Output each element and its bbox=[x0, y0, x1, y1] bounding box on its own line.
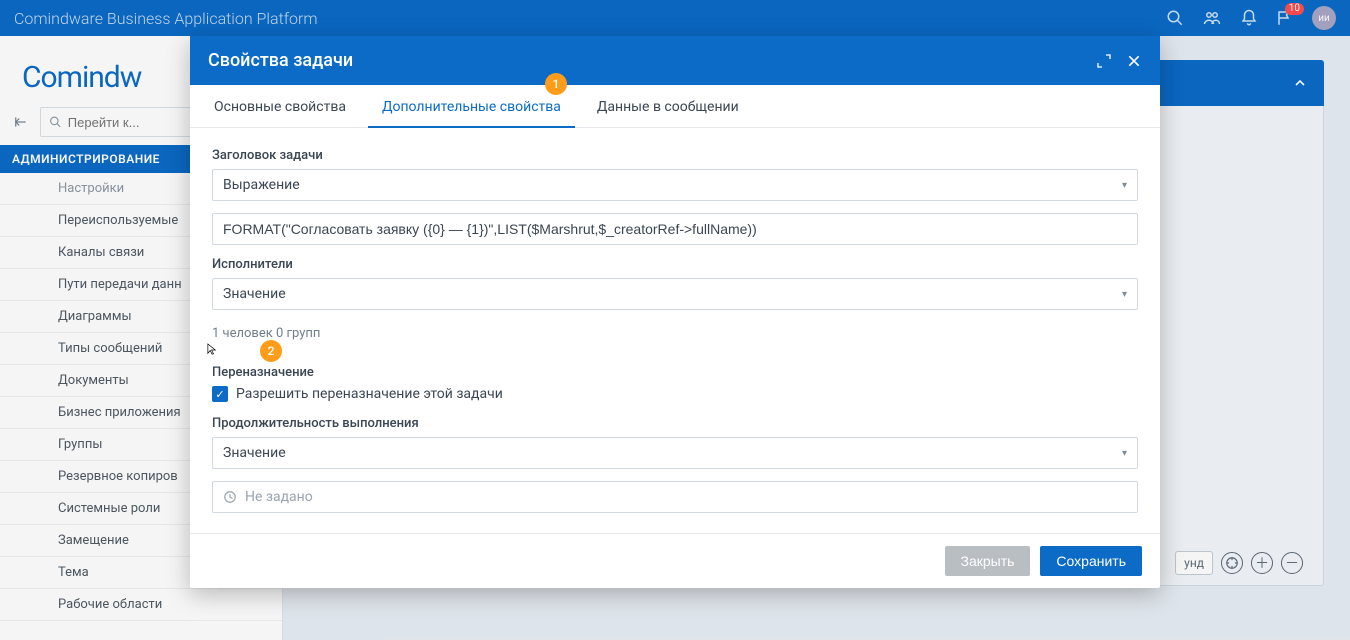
tab-extra-label: Дополнительные свойства bbox=[382, 99, 561, 115]
reassign-check-label: Разрешить переназначение этой задачи bbox=[236, 386, 503, 402]
modal-tabs: Основные свойства Дополнительные свойств… bbox=[190, 85, 1160, 128]
modal-body: Заголовок задачи Выражение ▾ Исполнители… bbox=[190, 128, 1160, 533]
task-title-label: Заголовок задачи bbox=[212, 148, 1138, 163]
assignees-summary: 1 человек 0 групп bbox=[212, 326, 320, 341]
task-title-mode-value: Выражение bbox=[223, 177, 300, 193]
tab-message-data[interactable]: Данные в сообщении bbox=[593, 85, 743, 127]
tab-extra[interactable]: Дополнительные свойства 1 bbox=[378, 85, 565, 127]
chevron-down-icon: ▾ bbox=[1122, 180, 1127, 191]
tab-basic[interactable]: Основные свойства bbox=[210, 85, 350, 127]
duration-mode-select[interactable]: Значение ▾ bbox=[212, 437, 1138, 469]
save-button[interactable]: Сохранить bbox=[1040, 546, 1142, 576]
duration-mode-value: Значение bbox=[223, 445, 286, 461]
modal-footer: Закрыть Сохранить bbox=[190, 533, 1160, 588]
reassign-label: Переназначение bbox=[212, 365, 1138, 380]
task-title-expression-field[interactable] bbox=[223, 221, 1127, 237]
task-title-mode-select[interactable]: Выражение ▾ bbox=[212, 169, 1138, 201]
cursor-icon bbox=[206, 342, 220, 358]
step-badge-2: 2 bbox=[260, 340, 282, 362]
chevron-down-icon: ▾ bbox=[1122, 289, 1127, 300]
task-properties-modal: Свойства задачи Основные свойства Дополн… bbox=[190, 36, 1160, 588]
expand-icon[interactable] bbox=[1096, 53, 1112, 69]
assignees-mode-value: Значение bbox=[223, 286, 286, 302]
duration-placeholder: Не задано bbox=[245, 489, 313, 505]
modal-header: Свойства задачи bbox=[190, 36, 1160, 85]
close-button[interactable]: Закрыть bbox=[945, 546, 1031, 576]
task-title-expression-input[interactable] bbox=[212, 213, 1138, 245]
duration-label: Продолжительность выполнения bbox=[212, 416, 1138, 431]
reassign-checkbox[interactable]: ✓ bbox=[212, 386, 228, 402]
assignees-mode-select[interactable]: Значение ▾ bbox=[212, 278, 1138, 310]
step-badge-1: 1 bbox=[545, 73, 567, 95]
clock-icon bbox=[223, 490, 237, 504]
modal-overlay: Свойства задачи Основные свойства Дополн… bbox=[0, 0, 1350, 640]
modal-title: Свойства задачи bbox=[208, 50, 353, 71]
chevron-down-icon: ▾ bbox=[1122, 448, 1127, 459]
close-icon[interactable] bbox=[1126, 53, 1142, 69]
duration-value-input[interactable]: Не задано bbox=[212, 481, 1138, 513]
assignees-label: Исполнители bbox=[212, 257, 1138, 272]
